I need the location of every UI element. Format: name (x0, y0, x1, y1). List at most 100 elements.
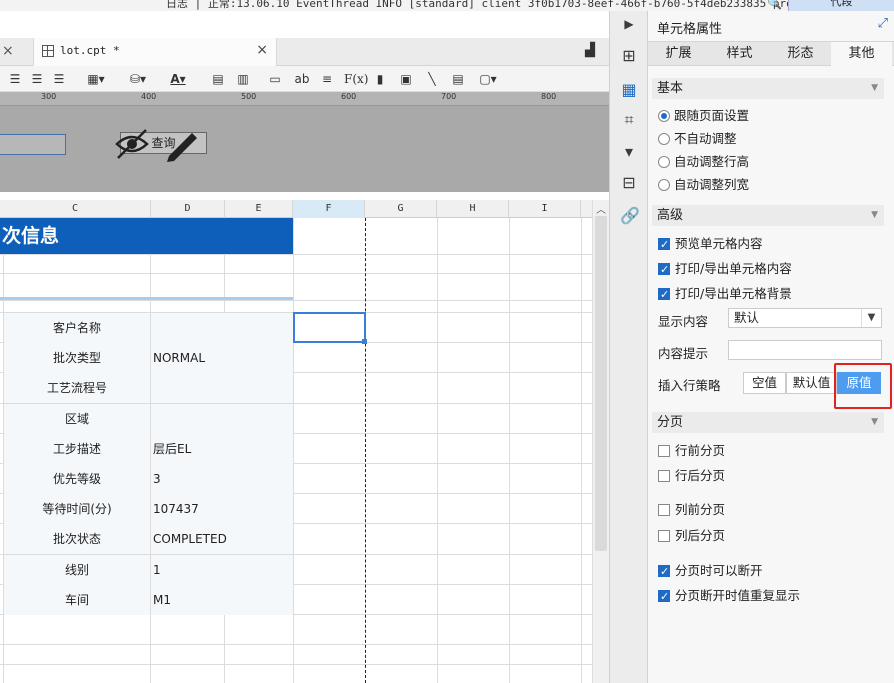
value-cell[interactable]: 107437 (151, 494, 293, 524)
section-basic[interactable]: 基本 ▼ (652, 78, 884, 99)
radio-auto-row-height[interactable]: 自动调整行高 (658, 153, 749, 171)
section-paging[interactable]: 分页 ▼ (652, 412, 884, 433)
align-center-icon[interactable]: ☰ (30, 71, 44, 87)
tab-other[interactable]: 其他 (831, 42, 892, 66)
label-cell[interactable]: 区域 (4, 404, 150, 434)
label-cell[interactable]: 线别 (4, 555, 150, 585)
radio-auto-col-width[interactable]: 自动调整列宽 (658, 176, 749, 194)
paragraph-icon[interactable]: ≡ (318, 71, 336, 87)
text-icon[interactable]: ab (292, 71, 312, 87)
formula-icon[interactable]: F(x) (344, 71, 368, 87)
subreport-icon[interactable]: ▤ (449, 71, 467, 87)
label-cell[interactable]: 优先等级 (4, 464, 150, 494)
condition-attribute-icon[interactable]: ⊟ (620, 174, 638, 192)
checkbox[interactable] (658, 445, 670, 457)
value-cell[interactable]: 1 (151, 555, 293, 585)
pin-icon[interactable]: ⤢ (878, 16, 888, 31)
report-title-cell[interactable]: 次信息 (0, 218, 293, 254)
column-header[interactable]: G (365, 200, 437, 218)
tab-lot-cpt[interactable]: lot.cpt * × (33, 38, 277, 66)
cell-attribute-icon[interactable]: ▦ (620, 81, 638, 99)
chart-icon[interactable]: ▮ (371, 71, 389, 87)
check-preview-content[interactable]: 预览单元格内容 (658, 235, 763, 254)
split-cells-icon[interactable]: ▥ (235, 71, 251, 87)
content-tip-input[interactable] (728, 340, 882, 360)
panel-tabs: 扩展 样式 形态 其他 (648, 41, 894, 66)
collapse-arrow-icon[interactable]: ▶ (620, 15, 638, 33)
slash-icon[interactable]: ╲ (423, 71, 441, 87)
value-cell[interactable] (151, 404, 293, 434)
search-icon[interactable]: 🔍 (767, 0, 787, 10)
check-print-background[interactable]: 打印/导出单元格背景 (658, 285, 792, 304)
insert-null-button[interactable]: 空值 (743, 372, 786, 394)
check-print-content[interactable]: 打印/导出单元格内容 (658, 260, 792, 279)
align-right-icon[interactable]: ☰ (52, 71, 66, 87)
check-col-after-break[interactable]: 列后分页 (658, 527, 725, 545)
chevron-down-icon[interactable]: ▼ (861, 309, 881, 327)
checkbox[interactable] (658, 470, 670, 482)
font-color-icon[interactable]: A▾ (164, 71, 192, 87)
vertical-scrollbar[interactable]: ︿ (592, 200, 609, 683)
widget-settings-icon[interactable]: ▾ (620, 143, 638, 161)
cell-element-icon[interactable]: ⊞ (620, 47, 638, 65)
fill-color-icon[interactable]: ⛁▾ (124, 71, 152, 87)
checkbox[interactable] (658, 261, 670, 279)
value-cell[interactable]: M1 (151, 585, 293, 615)
check-repeat-on-break[interactable]: 分页断开时值重复显示 (658, 587, 800, 606)
label-cell[interactable]: 工艺流程号 (4, 373, 150, 403)
label-cell[interactable]: 批次类型 (4, 343, 150, 373)
checkbox[interactable] (658, 236, 670, 254)
tab-extend[interactable]: 扩展 (648, 42, 709, 66)
radio-follow-page[interactable]: 跟随页面设置 (658, 107, 749, 125)
widget-icon[interactable]: ▢▾ (475, 71, 501, 87)
column-header[interactable]: D (151, 200, 225, 218)
column-header[interactable]: I (509, 200, 581, 218)
value-cell[interactable]: COMPLETED (151, 524, 293, 554)
column-header[interactable]: C (0, 200, 151, 218)
checkbox[interactable] (658, 504, 670, 516)
section-advanced[interactable]: 高级 ▼ (652, 205, 884, 226)
label-cell[interactable]: 批次状态 (4, 524, 150, 554)
insert-default-button[interactable]: 默认值 (786, 372, 837, 394)
checkbox[interactable] (658, 286, 670, 304)
float-element-icon[interactable]: ⌗ (620, 111, 638, 129)
hyperlink-icon[interactable]: 🔗 (620, 207, 640, 225)
value-cell[interactable]: NORMAL (151, 343, 293, 373)
merge-cells-icon[interactable]: ▤ (210, 71, 226, 87)
value-cell[interactable]: 层后EL (151, 434, 293, 464)
label-cell[interactable]: 工步描述 (4, 434, 150, 464)
check-row-after-break[interactable]: 行后分页 (658, 467, 725, 485)
tab-close-icon[interactable]: × (256, 42, 268, 58)
selected-cell[interactable] (293, 312, 367, 344)
scroll-thumb[interactable] (595, 216, 607, 551)
display-content-select[interactable]: 默认 ▼ (728, 308, 882, 328)
check-label: 列后分页 (675, 528, 726, 543)
close-icon[interactable]: × (2, 43, 14, 59)
column-header[interactable]: E (225, 200, 293, 218)
checkbox[interactable] (658, 563, 670, 581)
radio-no-adjust[interactable]: 不自动调整 (658, 130, 737, 148)
param-input[interactable] (0, 134, 66, 155)
value-cell[interactable] (151, 313, 293, 343)
checkbox[interactable] (658, 588, 670, 606)
check-can-break[interactable]: 分页时可以断开 (658, 562, 763, 581)
label-cell[interactable]: 车间 (4, 585, 150, 615)
border-icon[interactable]: ▦▾ (84, 71, 108, 87)
check-row-before-break[interactable]: 行前分页 (658, 442, 725, 460)
image-icon[interactable]: ▣ (397, 71, 415, 87)
column-header-selected[interactable]: F (293, 200, 365, 218)
tab-style[interactable]: 样式 (709, 42, 770, 66)
scroll-up-icon[interactable]: ︿ (596, 201, 606, 216)
value-cell[interactable]: 3 (151, 464, 293, 494)
value-cell[interactable] (151, 373, 293, 403)
label-cell[interactable]: 客户名称 (4, 313, 150, 343)
checkbox[interactable] (658, 530, 670, 542)
text-field-icon[interactable]: ▭ (266, 71, 284, 87)
panel-toggle-icon[interactable]: ▟ (585, 43, 595, 58)
check-col-before-break[interactable]: 列前分页 (658, 501, 725, 519)
label-cell[interactable]: 等待时间(分) (4, 494, 150, 524)
column-header[interactable]: H (437, 200, 509, 218)
align-left-icon[interactable]: ☰ (8, 71, 22, 87)
tab-form[interactable]: 形态 (770, 42, 831, 66)
field-button[interactable]: 代段 (788, 0, 894, 11)
